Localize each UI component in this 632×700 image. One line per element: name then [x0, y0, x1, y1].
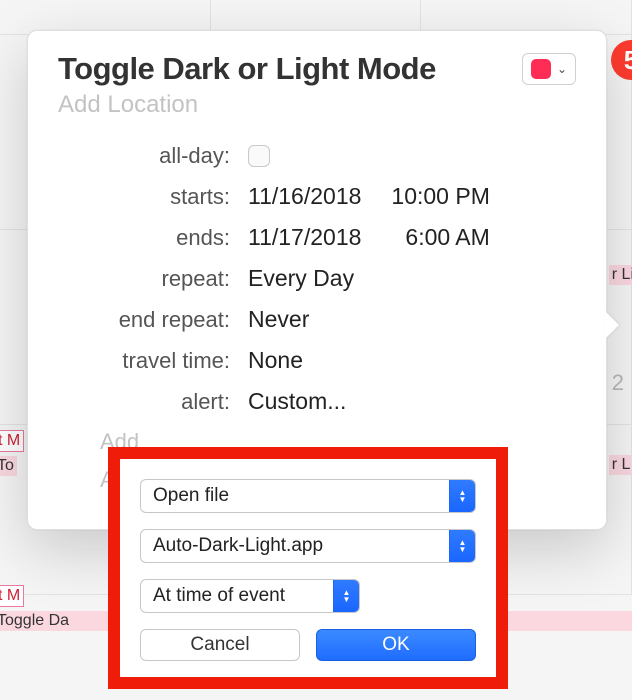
travel-time-value[interactable]: None — [248, 347, 303, 374]
alert-file-select[interactable]: Auto-Dark-Light.app ▲▼ — [140, 529, 476, 563]
calendar-color-picker[interactable]: ⌄ — [522, 53, 576, 85]
cancel-button[interactable]: Cancel — [140, 629, 300, 661]
alert-action-select[interactable]: Open file ▲▼ — [140, 479, 476, 513]
start-time[interactable]: 10:00 PM — [391, 183, 489, 210]
start-date[interactable]: 11/16/2018 — [248, 183, 361, 210]
starts-label: starts: — [58, 184, 248, 210]
bg-event: Toggle Da — [0, 611, 114, 631]
all-day-label: all-day: — [58, 143, 248, 169]
today-badge: 5 — [611, 40, 632, 80]
alert-label: alert: — [58, 389, 248, 415]
ends-label: ends: — [58, 225, 248, 251]
bg-event: t M — [0, 585, 24, 607]
color-swatch — [531, 59, 551, 79]
day-number: 2 — [612, 370, 624, 421]
alert-value[interactable]: Custom... — [248, 388, 346, 415]
updown-stepper-icon: ▲▼ — [449, 530, 475, 562]
updown-stepper-icon: ▲▼ — [449, 480, 475, 512]
alert-action-label: Open file — [141, 485, 241, 507]
event-title[interactable]: Toggle Dark or Light Mode — [58, 51, 436, 87]
custom-alert-sheet: Open file ▲▼ Auto-Dark-Light.app ▲▼ At t… — [108, 447, 508, 689]
end-date[interactable]: 11/17/2018 — [248, 224, 361, 251]
ok-button[interactable]: OK — [316, 629, 476, 661]
end-repeat-value[interactable]: Never — [248, 306, 309, 333]
all-day-checkbox[interactable] — [248, 145, 270, 167]
chevron-down-icon: ⌄ — [557, 62, 567, 76]
end-repeat-label: end repeat: — [58, 307, 248, 333]
end-time[interactable]: 6:00 AM — [405, 224, 489, 251]
updown-stepper-icon: ▲▼ — [333, 580, 359, 612]
alert-timing-label: At time of event — [141, 585, 297, 607]
repeat-label: repeat: — [58, 266, 248, 292]
bg-event: r Li — [609, 265, 632, 285]
repeat-value[interactable]: Every Day — [248, 265, 354, 292]
alert-file-label: Auto-Dark-Light.app — [141, 535, 335, 557]
location-field[interactable]: Add Location — [58, 91, 576, 119]
travel-time-label: travel time: — [58, 348, 248, 374]
alert-timing-select[interactable]: At time of event ▲▼ — [140, 579, 360, 613]
